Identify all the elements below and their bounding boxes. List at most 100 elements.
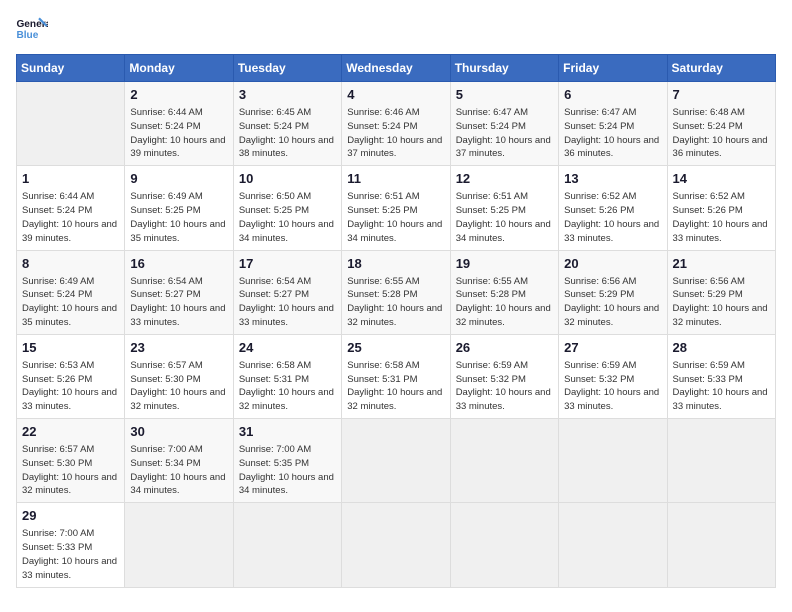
day-number: 9 (130, 170, 227, 188)
calendar-cell (667, 503, 775, 587)
day-number: 15 (22, 339, 119, 357)
calendar-cell (342, 419, 450, 503)
calendar-cell: 30Sunrise: 7:00 AMSunset: 5:34 PMDayligh… (125, 419, 233, 503)
day-number: 1 (22, 170, 119, 188)
day-number: 7 (673, 86, 770, 104)
calendar-cell: 9Sunrise: 6:49 AMSunset: 5:25 PMDaylight… (125, 166, 233, 250)
calendar-cell: 21Sunrise: 6:56 AMSunset: 5:29 PMDayligh… (667, 250, 775, 334)
day-info: Sunrise: 6:57 AMSunset: 5:30 PMDaylight:… (130, 359, 227, 414)
calendar-header-row: SundayMondayTuesdayWednesdayThursdayFrid… (17, 55, 776, 82)
calendar-header-thursday: Thursday (450, 55, 558, 82)
day-info: Sunrise: 6:58 AMSunset: 5:31 PMDaylight:… (347, 359, 444, 414)
calendar-cell: 28 Sunrise: 6:59 AMSunset: 5:33 PMDayligh… (667, 334, 775, 418)
day-info: Sunrise: 6:52 AMSunset: 5:26 PMDaylight:… (673, 190, 770, 245)
day-info: Sunrise: 6:52 AMSunset: 5:26 PMDaylight:… (564, 190, 661, 245)
logo-icon: General Blue (16, 16, 48, 44)
calendar-week-4: 15 Sunrise: 6:53 AMSunset: 5:26 PMDayligh… (17, 334, 776, 418)
day-info: Sunrise: 6:57 AMSunset: 5:30 PMDaylight:… (22, 443, 119, 498)
calendar-cell (559, 419, 667, 503)
day-number: 3 (239, 86, 336, 104)
calendar-cell: 11 Sunrise: 6:51 AMSunset: 5:25 PMDayligh… (342, 166, 450, 250)
calendar-cell: 23 Sunrise: 6:57 AMSunset: 5:30 PMDayligh… (125, 334, 233, 418)
logo: General Blue (16, 16, 48, 44)
day-number: 2 (130, 86, 227, 104)
day-number: 11 (347, 170, 444, 188)
day-info: Sunrise: 6:59 AMSunset: 5:32 PMDaylight:… (564, 359, 661, 414)
calendar-header-monday: Monday (125, 55, 233, 82)
calendar-cell (450, 503, 558, 587)
calendar-cell: 5 Sunrise: 6:47 AMSunset: 5:24 PMDaylight… (450, 82, 558, 166)
calendar-cell (125, 503, 233, 587)
calendar-cell (342, 503, 450, 587)
day-number: 31 (239, 423, 336, 441)
day-number: 27 (564, 339, 661, 357)
day-number: 22 (22, 423, 119, 441)
day-info: Sunrise: 6:47 AMSunset: 5:24 PMDaylight:… (456, 106, 553, 161)
day-number: 29 (22, 507, 119, 525)
day-number: 18 (347, 255, 444, 273)
day-info: Sunrise: 6:54 AMSunset: 5:27 PMDaylight:… (130, 275, 227, 330)
calendar-cell: 14 Sunrise: 6:52 AMSunset: 5:26 PMDayligh… (667, 166, 775, 250)
calendar-cell: 8 Sunrise: 6:49 AMSunset: 5:24 PMDaylight… (17, 250, 125, 334)
calendar-week-5: 22 Sunrise: 6:57 AMSunset: 5:30 PMDayligh… (17, 419, 776, 503)
day-info: Sunrise: 6:48 AMSunset: 5:24 PMDaylight:… (673, 106, 770, 161)
calendar-table: SundayMondayTuesdayWednesdayThursdayFrid… (16, 54, 776, 588)
svg-text:General: General (16, 19, 48, 30)
day-info: Sunrise: 6:44 AMSunset: 5:24 PMDaylight:… (22, 190, 119, 245)
day-number: 19 (456, 255, 553, 273)
day-number: 4 (347, 86, 444, 104)
calendar-week-3: 8 Sunrise: 6:49 AMSunset: 5:24 PMDaylight… (17, 250, 776, 334)
calendar-cell (233, 503, 341, 587)
day-info: Sunrise: 6:50 AMSunset: 5:25 PMDaylight:… (239, 190, 336, 245)
day-info: Sunrise: 6:49 AMSunset: 5:24 PMDaylight:… (22, 275, 119, 330)
calendar-cell: 3 Sunrise: 6:45 AMSunset: 5:24 PMDaylight… (233, 82, 341, 166)
calendar-cell: 22 Sunrise: 6:57 AMSunset: 5:30 PMDayligh… (17, 419, 125, 503)
calendar-cell: 2Sunrise: 6:44 AMSunset: 5:24 PMDaylight… (125, 82, 233, 166)
day-number: 13 (564, 170, 661, 188)
day-info: Sunrise: 6:51 AMSunset: 5:25 PMDaylight:… (456, 190, 553, 245)
calendar-cell (667, 419, 775, 503)
day-info: Sunrise: 6:45 AMSunset: 5:24 PMDaylight:… (239, 106, 336, 161)
calendar-cell: 6 Sunrise: 6:47 AMSunset: 5:24 PMDaylight… (559, 82, 667, 166)
day-number: 24 (239, 339, 336, 357)
day-info: Sunrise: 7:00 AMSunset: 5:35 PMDaylight:… (239, 443, 336, 498)
day-number: 25 (347, 339, 444, 357)
day-info: Sunrise: 6:51 AMSunset: 5:25 PMDaylight:… (347, 190, 444, 245)
day-info: Sunrise: 6:59 AMSunset: 5:32 PMDaylight:… (456, 359, 553, 414)
calendar-cell: 26 Sunrise: 6:59 AMSunset: 5:32 PMDayligh… (450, 334, 558, 418)
day-number: 16 (130, 255, 227, 273)
day-info: Sunrise: 6:53 AMSunset: 5:26 PMDaylight:… (22, 359, 119, 414)
day-info: Sunrise: 6:46 AMSunset: 5:24 PMDaylight:… (347, 106, 444, 161)
svg-text:Blue: Blue (16, 30, 38, 41)
calendar-cell: 25 Sunrise: 6:58 AMSunset: 5:31 PMDayligh… (342, 334, 450, 418)
day-number: 5 (456, 86, 553, 104)
day-number: 23 (130, 339, 227, 357)
day-number: 10 (239, 170, 336, 188)
day-number: 6 (564, 86, 661, 104)
calendar-cell: 31 Sunrise: 7:00 AMSunset: 5:35 PMDayligh… (233, 419, 341, 503)
header: General Blue (16, 16, 776, 44)
calendar-cell: 15 Sunrise: 6:53 AMSunset: 5:26 PMDayligh… (17, 334, 125, 418)
calendar-cell: 13 Sunrise: 6:52 AMSunset: 5:26 PMDayligh… (559, 166, 667, 250)
day-info: Sunrise: 6:59 AMSunset: 5:33 PMDaylight:… (673, 359, 770, 414)
calendar-cell: 7 Sunrise: 6:48 AMSunset: 5:24 PMDaylight… (667, 82, 775, 166)
day-number: 8 (22, 255, 119, 273)
calendar-cell: 19 Sunrise: 6:55 AMSunset: 5:28 PMDayligh… (450, 250, 558, 334)
day-number: 26 (456, 339, 553, 357)
day-number: 20 (564, 255, 661, 273)
calendar-header-wednesday: Wednesday (342, 55, 450, 82)
day-info: Sunrise: 6:55 AMSunset: 5:28 PMDaylight:… (456, 275, 553, 330)
day-number: 14 (673, 170, 770, 188)
calendar-cell: 4 Sunrise: 6:46 AMSunset: 5:24 PMDaylight… (342, 82, 450, 166)
day-number: 30 (130, 423, 227, 441)
calendar-cell: 16 Sunrise: 6:54 AMSunset: 5:27 PMDayligh… (125, 250, 233, 334)
calendar-week-6: 29Sunrise: 7:00 AMSunset: 5:33 PMDayligh… (17, 503, 776, 587)
day-number: 28 (673, 339, 770, 357)
calendar-cell: 27 Sunrise: 6:59 AMSunset: 5:32 PMDayligh… (559, 334, 667, 418)
day-number: 12 (456, 170, 553, 188)
day-info: Sunrise: 6:56 AMSunset: 5:29 PMDaylight:… (564, 275, 661, 330)
day-info: Sunrise: 6:47 AMSunset: 5:24 PMDaylight:… (564, 106, 661, 161)
day-number: 17 (239, 255, 336, 273)
day-info: Sunrise: 6:54 AMSunset: 5:27 PMDaylight:… (239, 275, 336, 330)
calendar-header-friday: Friday (559, 55, 667, 82)
